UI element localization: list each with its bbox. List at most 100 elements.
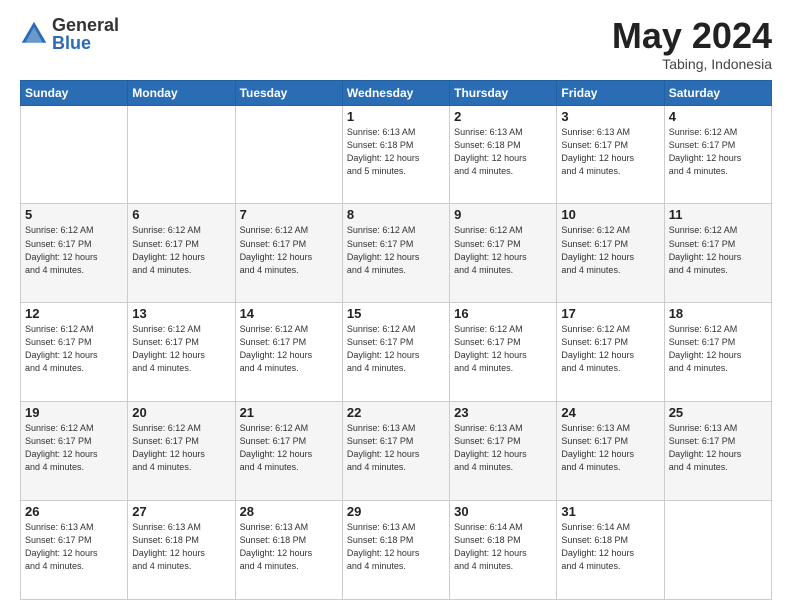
calendar-header-row: Sunday Monday Tuesday Wednesday Thursday… [21, 80, 772, 105]
day-info: Sunrise: 6:12 AMSunset: 6:17 PMDaylight:… [454, 323, 552, 375]
day-info: Sunrise: 6:12 AMSunset: 6:17 PMDaylight:… [132, 323, 230, 375]
day-info: Sunrise: 6:12 AMSunset: 6:17 PMDaylight:… [132, 422, 230, 474]
day-info: Sunrise: 6:13 AMSunset: 6:18 PMDaylight:… [132, 521, 230, 573]
day-number: 3 [561, 109, 659, 124]
header-friday: Friday [557, 80, 664, 105]
calendar-week-row: 12 Sunrise: 6:12 AMSunset: 6:17 PMDayligh… [21, 303, 772, 402]
table-row: 8 Sunrise: 6:12 AMSunset: 6:17 PMDaylight… [342, 204, 449, 303]
logo: General Blue [20, 16, 119, 52]
table-row: 24 Sunrise: 6:13 AMSunset: 6:17 PMDayligh… [557, 402, 664, 501]
day-number: 1 [347, 109, 445, 124]
day-number: 27 [132, 504, 230, 519]
day-info: Sunrise: 6:12 AMSunset: 6:17 PMDaylight:… [25, 224, 123, 276]
table-row: 23 Sunrise: 6:13 AMSunset: 6:17 PMDayligh… [450, 402, 557, 501]
calendar-week-row: 26Sunrise: 6:13 AMSunset: 6:17 PMDayligh… [21, 501, 772, 600]
day-info: Sunrise: 6:13 AMSunset: 6:18 PMDaylight:… [347, 126, 445, 178]
day-number: 23 [454, 405, 552, 420]
day-number: 19 [25, 405, 123, 420]
day-info: Sunrise: 6:13 AMSunset: 6:17 PMDaylight:… [25, 521, 123, 573]
day-info: Sunrise: 6:13 AMSunset: 6:17 PMDaylight:… [669, 422, 767, 474]
header-tuesday: Tuesday [235, 80, 342, 105]
day-number: 5 [25, 207, 123, 222]
day-info: Sunrise: 6:12 AMSunset: 6:17 PMDaylight:… [561, 224, 659, 276]
day-info: Sunrise: 6:12 AMSunset: 6:17 PMDaylight:… [240, 224, 338, 276]
logo-text: General Blue [52, 16, 119, 52]
day-number: 4 [669, 109, 767, 124]
table-row: 5 Sunrise: 6:12 AMSunset: 6:17 PMDaylight… [21, 204, 128, 303]
day-info: Sunrise: 6:12 AMSunset: 6:17 PMDaylight:… [240, 422, 338, 474]
day-number: 17 [561, 306, 659, 321]
day-number: 20 [132, 405, 230, 420]
day-info: Sunrise: 6:12 AMSunset: 6:17 PMDaylight:… [240, 323, 338, 375]
table-row: 15 Sunrise: 6:12 AMSunset: 6:17 PMDayligh… [342, 303, 449, 402]
table-row: 26Sunrise: 6:13 AMSunset: 6:17 PMDayligh… [21, 501, 128, 600]
location: Tabing, Indonesia [612, 56, 772, 72]
day-number: 8 [347, 207, 445, 222]
calendar-week-row: 5 Sunrise: 6:12 AMSunset: 6:17 PMDaylight… [21, 204, 772, 303]
table-row: 9Sunrise: 6:12 AMSunset: 6:17 PMDaylight… [450, 204, 557, 303]
day-info: Sunrise: 6:12 AMSunset: 6:17 PMDaylight:… [561, 323, 659, 375]
day-info: Sunrise: 6:12 AMSunset: 6:17 PMDaylight:… [669, 224, 767, 276]
day-number: 30 [454, 504, 552, 519]
day-info: Sunrise: 6:13 AMSunset: 6:17 PMDaylight:… [561, 422, 659, 474]
table-row: 3Sunrise: 6:13 AMSunset: 6:17 PMDaylight… [557, 105, 664, 204]
table-row: 10Sunrise: 6:12 AMSunset: 6:17 PMDayligh… [557, 204, 664, 303]
day-info: Sunrise: 6:13 AMSunset: 6:17 PMDaylight:… [347, 422, 445, 474]
table-row: 11 Sunrise: 6:12 AMSunset: 6:17 PMDayligh… [664, 204, 771, 303]
day-info: Sunrise: 6:13 AMSunset: 6:18 PMDaylight:… [454, 126, 552, 178]
table-row: 14 Sunrise: 6:12 AMSunset: 6:17 PMDayligh… [235, 303, 342, 402]
table-row: 30 Sunrise: 6:14 AMSunset: 6:18 PMDayligh… [450, 501, 557, 600]
header: General Blue May 2024 Tabing, Indonesia [20, 16, 772, 72]
day-info: Sunrise: 6:12 AMSunset: 6:17 PMDaylight:… [454, 224, 552, 276]
table-row: 2 Sunrise: 6:13 AMSunset: 6:18 PMDaylight… [450, 105, 557, 204]
day-number: 7 [240, 207, 338, 222]
table-row: 16 Sunrise: 6:12 AMSunset: 6:17 PMDayligh… [450, 303, 557, 402]
day-info: Sunrise: 6:12 AMSunset: 6:17 PMDaylight:… [25, 422, 123, 474]
table-row: 25Sunrise: 6:13 AMSunset: 6:17 PMDayligh… [664, 402, 771, 501]
header-saturday: Saturday [664, 80, 771, 105]
day-info: Sunrise: 6:13 AMSunset: 6:18 PMDaylight:… [240, 521, 338, 573]
table-row: 1 Sunrise: 6:13 AMSunset: 6:18 PMDaylight… [342, 105, 449, 204]
day-info: Sunrise: 6:12 AMSunset: 6:17 PMDaylight:… [347, 224, 445, 276]
table-row: 19 Sunrise: 6:12 AMSunset: 6:17 PMDayligh… [21, 402, 128, 501]
logo-general-text: General [52, 16, 119, 34]
table-row [235, 105, 342, 204]
day-info: Sunrise: 6:12 AMSunset: 6:17 PMDaylight:… [669, 323, 767, 375]
day-info: Sunrise: 6:12 AMSunset: 6:17 PMDaylight:… [669, 126, 767, 178]
calendar-table: Sunday Monday Tuesday Wednesday Thursday… [20, 80, 772, 600]
day-number: 28 [240, 504, 338, 519]
day-info: Sunrise: 6:14 AMSunset: 6:18 PMDaylight:… [454, 521, 552, 573]
header-sunday: Sunday [21, 80, 128, 105]
table-row: 7 Sunrise: 6:12 AMSunset: 6:17 PMDaylight… [235, 204, 342, 303]
day-number: 15 [347, 306, 445, 321]
page: General Blue May 2024 Tabing, Indonesia … [0, 0, 792, 612]
header-monday: Monday [128, 80, 235, 105]
table-row: 27 Sunrise: 6:13 AMSunset: 6:18 PMDayligh… [128, 501, 235, 600]
day-info: Sunrise: 6:12 AMSunset: 6:17 PMDaylight:… [25, 323, 123, 375]
day-number: 12 [25, 306, 123, 321]
table-row: 29Sunrise: 6:13 AMSunset: 6:18 PMDayligh… [342, 501, 449, 600]
day-info: Sunrise: 6:12 AMSunset: 6:17 PMDaylight:… [347, 323, 445, 375]
calendar-week-row: 1 Sunrise: 6:13 AMSunset: 6:18 PMDaylight… [21, 105, 772, 204]
day-number: 22 [347, 405, 445, 420]
day-number: 31 [561, 504, 659, 519]
table-row [664, 501, 771, 600]
table-row: 28 Sunrise: 6:13 AMSunset: 6:18 PMDayligh… [235, 501, 342, 600]
day-info: Sunrise: 6:13 AMSunset: 6:18 PMDaylight:… [347, 521, 445, 573]
day-number: 21 [240, 405, 338, 420]
table-row: 6Sunrise: 6:12 AMSunset: 6:17 PMDaylight… [128, 204, 235, 303]
table-row: 31 Sunrise: 6:14 AMSunset: 6:18 PMDayligh… [557, 501, 664, 600]
day-number: 2 [454, 109, 552, 124]
day-info: Sunrise: 6:14 AMSunset: 6:18 PMDaylight:… [561, 521, 659, 573]
day-number: 16 [454, 306, 552, 321]
table-row: 13Sunrise: 6:12 AMSunset: 6:17 PMDayligh… [128, 303, 235, 402]
day-number: 14 [240, 306, 338, 321]
day-number: 24 [561, 405, 659, 420]
calendar-week-row: 19 Sunrise: 6:12 AMSunset: 6:17 PMDayligh… [21, 402, 772, 501]
logo-blue-text: Blue [52, 34, 119, 52]
header-thursday: Thursday [450, 80, 557, 105]
table-row: 17 Sunrise: 6:12 AMSunset: 6:17 PMDayligh… [557, 303, 664, 402]
day-info: Sunrise: 6:13 AMSunset: 6:17 PMDaylight:… [454, 422, 552, 474]
table-row [21, 105, 128, 204]
day-number: 11 [669, 207, 767, 222]
